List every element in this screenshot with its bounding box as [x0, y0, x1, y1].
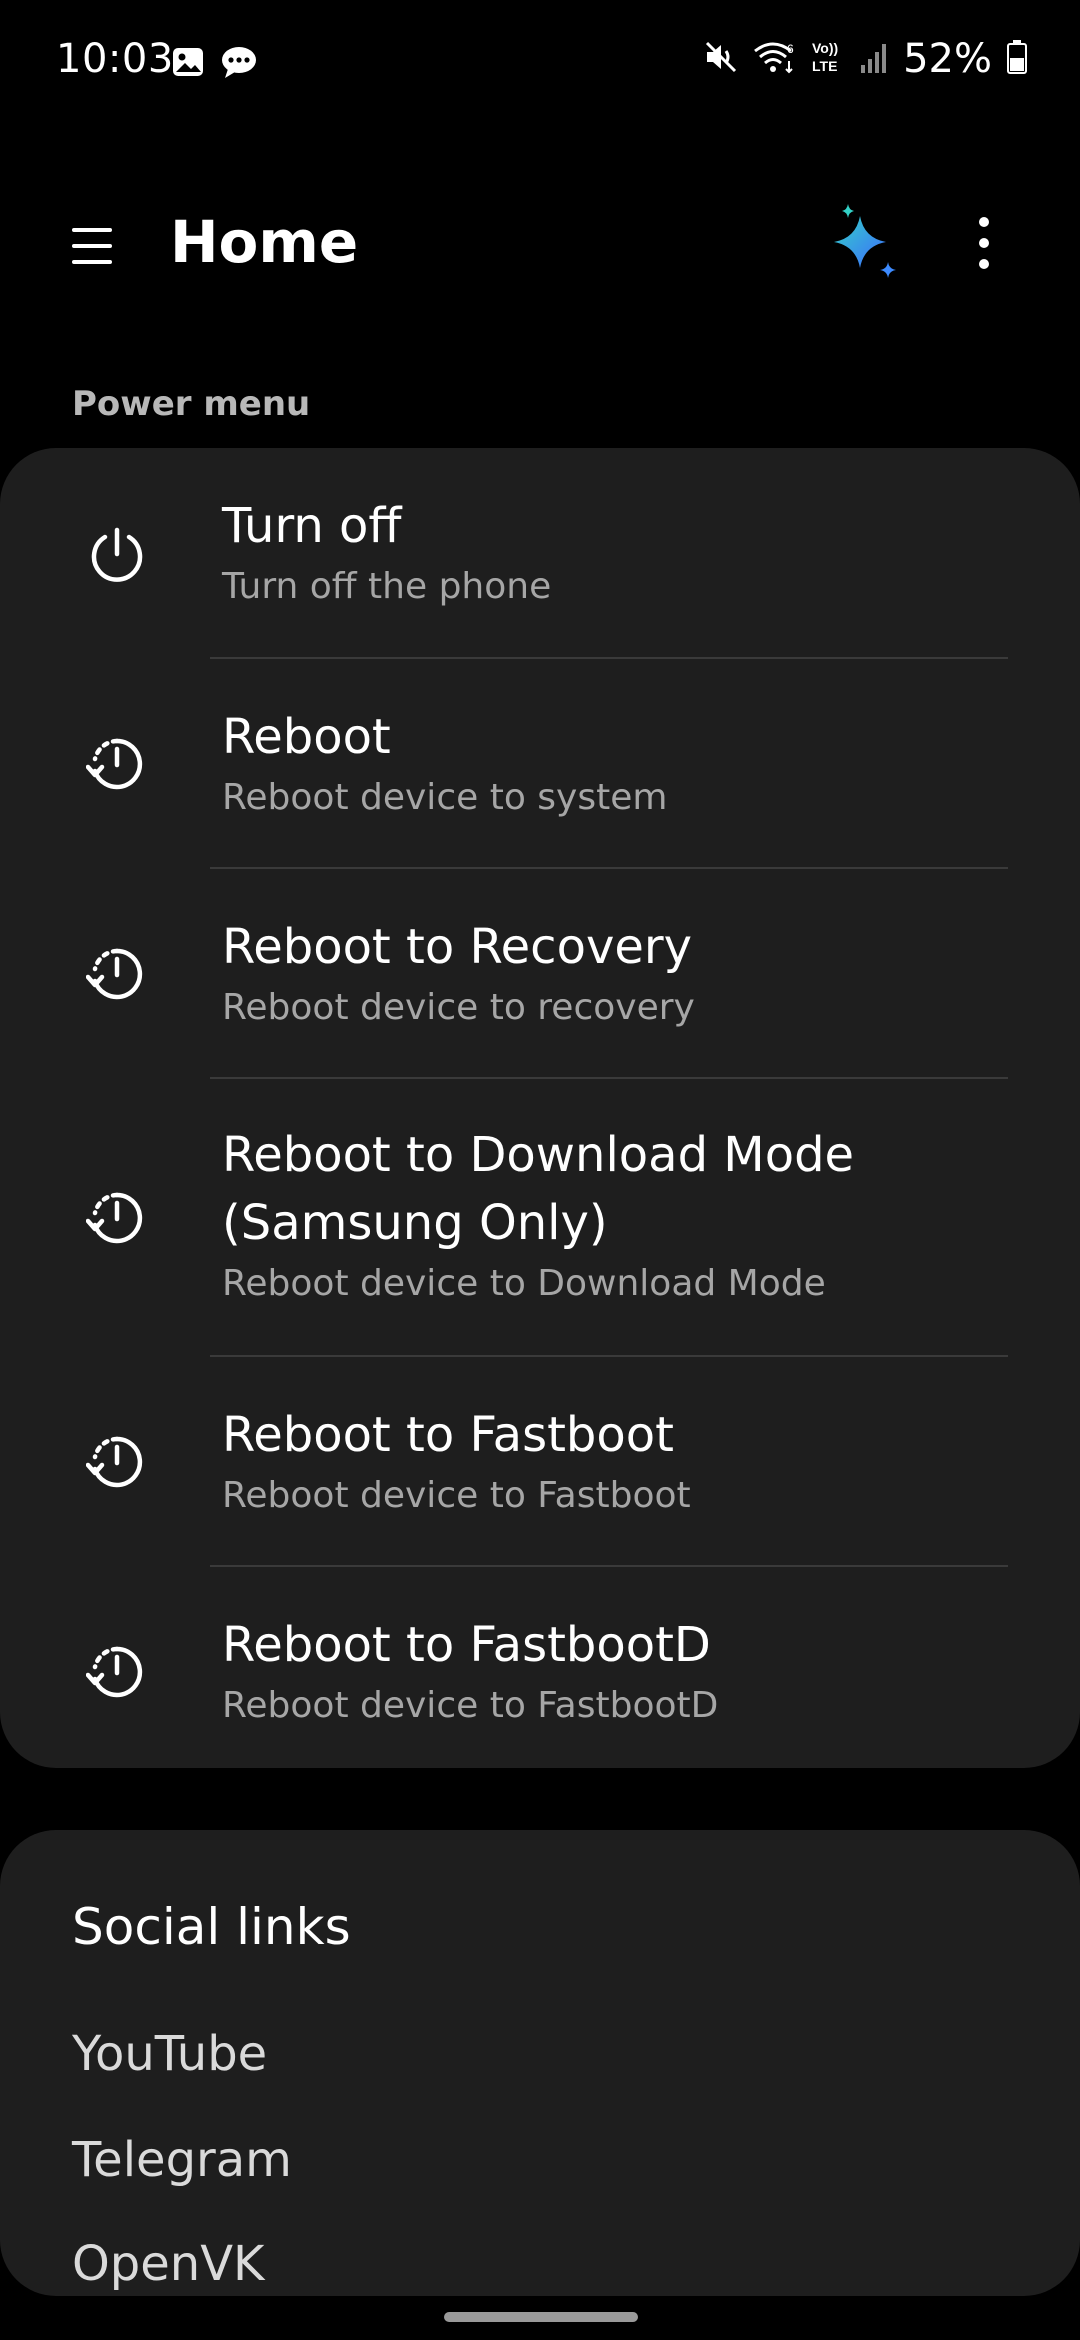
svg-text:LTE: LTE [812, 58, 837, 74]
power-item-reboot-download[interactable]: Reboot to Download Mode (Samsung Only) R… [0, 1079, 1080, 1355]
status-system-icons: 6 Vo)) LTE 52% [703, 36, 1028, 82]
restart-icon [85, 943, 148, 1005]
power-menu-header: Power menu [72, 384, 311, 424]
power-item-subtitle: Reboot device to Download Mode [222, 1263, 826, 1304]
mute-icon [703, 39, 739, 79]
app-bar: Home [0, 190, 1080, 300]
ai-sparkle-icon[interactable] [826, 202, 906, 286]
signal-icon [859, 39, 889, 79]
power-item-reboot-recovery[interactable]: Reboot to Recovery Reboot device to reco… [0, 869, 1080, 1077]
power-item-reboot-fastbootd[interactable]: Reboot to FastbootD Reboot device to Fas… [0, 1567, 1080, 1768]
power-icon [86, 524, 148, 586]
screen: 10:03 6 Vo)) LTE 52% Home Power menu Tur… [0, 0, 1080, 2340]
power-item-title: Turn off [222, 498, 402, 554]
power-item-turn-off[interactable]: Turn off Turn off the phone [0, 448, 1080, 658]
power-item-title: Reboot to Recovery [222, 919, 693, 975]
social-link-telegram[interactable]: Telegram [72, 2132, 292, 2188]
power-item-subtitle: Reboot device to system [222, 777, 668, 818]
battery-icon [1006, 39, 1028, 79]
status-notification-icons [170, 44, 258, 84]
social-links-card: Social links YouTube Telegram OpenVK [0, 1830, 1080, 2296]
status-time: 10:03 [56, 36, 174, 82]
power-item-reboot-fastboot[interactable]: Reboot to Fastboot Reboot device to Fast… [0, 1357, 1080, 1565]
volte-icon: Vo)) LTE [811, 38, 845, 80]
social-link-youtube[interactable]: YouTube [72, 2026, 267, 2082]
home-gesture-bar[interactable] [444, 2312, 638, 2322]
power-item-title: Reboot to Fastboot [222, 1407, 674, 1463]
gallery-icon [170, 44, 206, 84]
chat-icon [220, 44, 258, 84]
power-item-title: Reboot to Download Mode [222, 1127, 855, 1183]
restart-icon [85, 1187, 148, 1249]
hamburger-menu-icon[interactable] [62, 216, 122, 276]
restart-icon [85, 1641, 148, 1703]
power-menu-card: Turn off Turn off the phone Reboot Reboo… [0, 448, 1080, 1768]
power-item-subtitle: Reboot device to FastbootD [222, 1685, 719, 1726]
social-link-openvk[interactable]: OpenVK [72, 2236, 265, 2292]
power-item-subtitle: Turn off the phone [222, 566, 552, 607]
power-item-title: Reboot [222, 709, 391, 765]
power-item-title-continued: (Samsung Only) [222, 1195, 608, 1251]
power-item-subtitle: Reboot device to Fastboot [222, 1475, 691, 1516]
page-title: Home [170, 208, 359, 276]
status-bar: 10:03 6 Vo)) LTE 52% [0, 0, 1080, 128]
restart-icon [85, 733, 148, 795]
restart-icon [85, 1431, 148, 1493]
more-vert-icon[interactable] [960, 210, 1010, 280]
wifi-icon: 6 [753, 39, 797, 79]
power-item-subtitle: Reboot device to recovery [222, 987, 695, 1028]
power-item-reboot[interactable]: Reboot Reboot device to system [0, 659, 1080, 867]
power-item-title: Reboot to FastbootD [222, 1617, 711, 1673]
social-links-title: Social links [72, 1898, 351, 1956]
svg-text:Vo)): Vo)) [812, 40, 838, 56]
svg-text:6: 6 [787, 42, 794, 56]
battery-percent: 52% [903, 36, 992, 82]
